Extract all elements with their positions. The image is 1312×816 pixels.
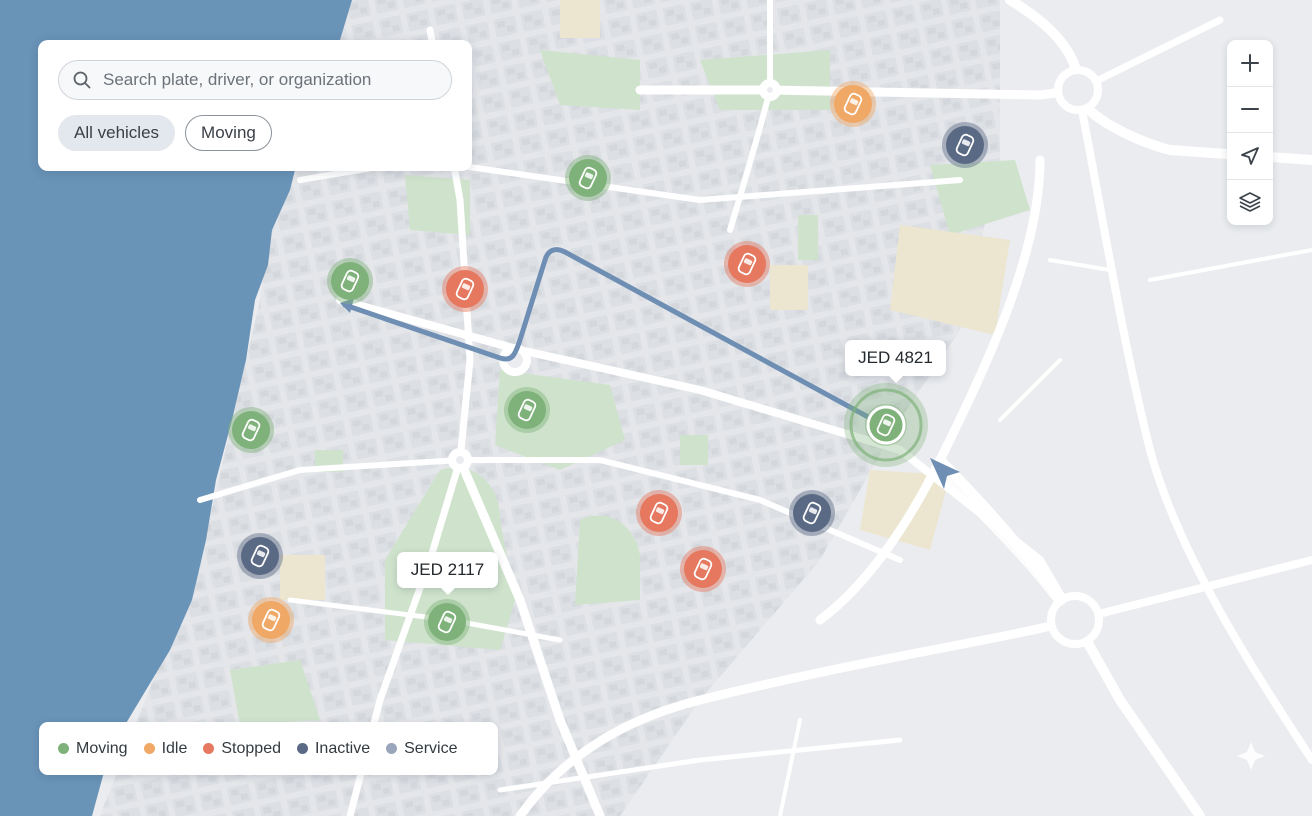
legend-item-moving: Moving: [58, 740, 128, 758]
legend-dot: [296, 743, 308, 754]
navigation-arrow-icon: [1241, 146, 1259, 165]
status-legend: Moving Idle Stopped Inactive Service: [39, 722, 498, 775]
vehicle-marker-moving[interactable]: [327, 258, 373, 304]
legend-item-idle: Idle: [143, 739, 188, 758]
vehicle-marker-stopped[interactable]: [724, 241, 770, 287]
legend-label: Idle: [161, 739, 188, 757]
vehicle-marker-stopped[interactable]: [442, 266, 488, 312]
vehicle-marker-inactive[interactable]: [237, 533, 283, 579]
vehicle-callout-jed-2117[interactable]: JED 2117: [397, 552, 498, 595]
filter-chips: All vehicles Moving: [58, 115, 272, 151]
legend-item-inactive: Inactive: [296, 739, 371, 758]
legend-item-service: Service: [386, 740, 457, 758]
search-input[interactable]: [101, 69, 451, 91]
callout-plate: JED 2117: [410, 560, 485, 579]
search-icon: [73, 71, 91, 89]
legend-dot: [203, 743, 215, 754]
layers-icon: [1239, 192, 1261, 213]
vehicle-marker-moving[interactable]: [504, 387, 550, 433]
filter-chip-all-vehicles[interactable]: All vehicles: [58, 115, 176, 151]
vehicle-marker-inactive[interactable]: [789, 490, 835, 536]
legend-dot: [143, 743, 155, 754]
locate-button[interactable]: [1227, 133, 1273, 180]
zoom-in-button[interactable]: [1227, 40, 1273, 87]
filter-chip-moving[interactable]: Moving: [185, 115, 272, 151]
vehicle-marker-moving[interactable]: [565, 155, 611, 201]
vehicle-marker-idle[interactable]: [830, 81, 876, 127]
chip-label: Moving: [201, 123, 256, 142]
legend-label: Stopped: [221, 739, 281, 757]
callout-plate: JED 4821: [858, 348, 933, 367]
vehicle-callout-jed-4821[interactable]: JED 4821: [845, 340, 946, 383]
search-field[interactable]: [58, 60, 452, 100]
vehicle-marker-moving[interactable]: [424, 599, 470, 645]
vehicle-marker-idle[interactable]: [248, 597, 294, 643]
zoom-out-button[interactable]: [1227, 87, 1273, 133]
search-panel: All vehicles Moving: [38, 40, 472, 171]
layers-button[interactable]: [1227, 180, 1273, 226]
legend-label: Moving: [76, 739, 128, 757]
vehicle-marker-moving[interactable]: [228, 407, 274, 453]
vehicle-marker-moving[interactable]: [865, 404, 907, 446]
vehicle-marker-stopped[interactable]: [636, 490, 682, 536]
chip-label: All vehicles: [74, 123, 160, 142]
minus-icon: [1241, 108, 1259, 111]
vehicle-marker-inactive[interactable]: [942, 122, 988, 168]
legend-item-stopped: Stopped: [203, 740, 281, 758]
vehicle-marker-stopped[interactable]: [680, 546, 726, 592]
map-controls: [1227, 40, 1273, 225]
legend-dot: [386, 743, 398, 754]
legend-label: Service: [404, 739, 458, 757]
legend-dot: [58, 743, 69, 754]
plus-icon: [1241, 53, 1259, 72]
legend-label: Inactive: [314, 739, 371, 757]
